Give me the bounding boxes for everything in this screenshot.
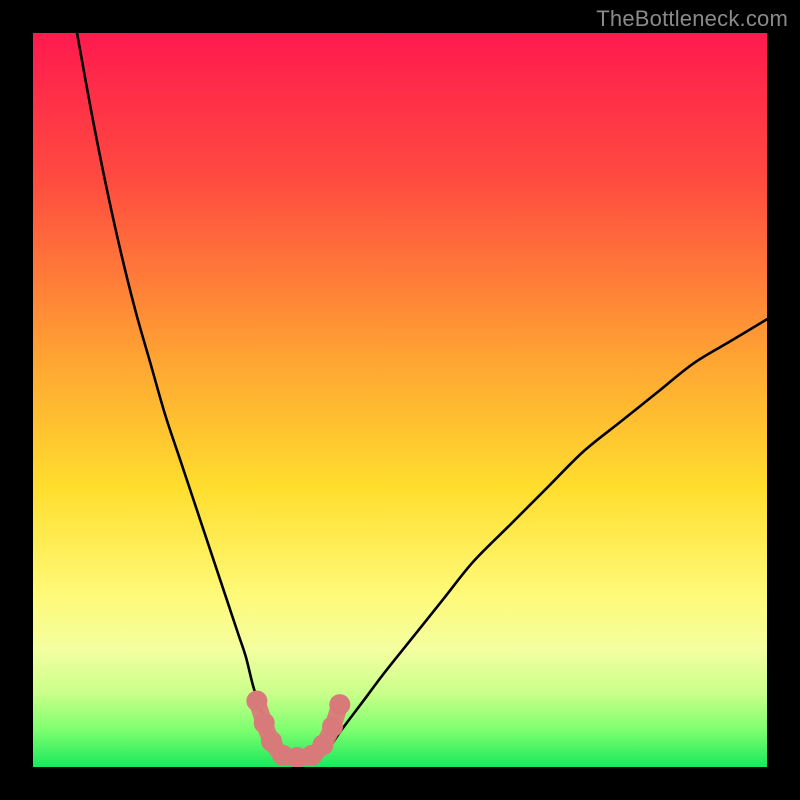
marker-dot (312, 734, 333, 755)
marker-dot (246, 690, 267, 711)
outer-frame: TheBottleneck.com (0, 0, 800, 800)
plot-svg (33, 33, 767, 767)
marker-dot (322, 716, 343, 737)
marker-dot (254, 712, 275, 733)
plot-area (33, 33, 767, 767)
gradient-background (33, 33, 767, 767)
marker-dot (329, 694, 350, 715)
watermark-text: TheBottleneck.com (596, 6, 788, 32)
